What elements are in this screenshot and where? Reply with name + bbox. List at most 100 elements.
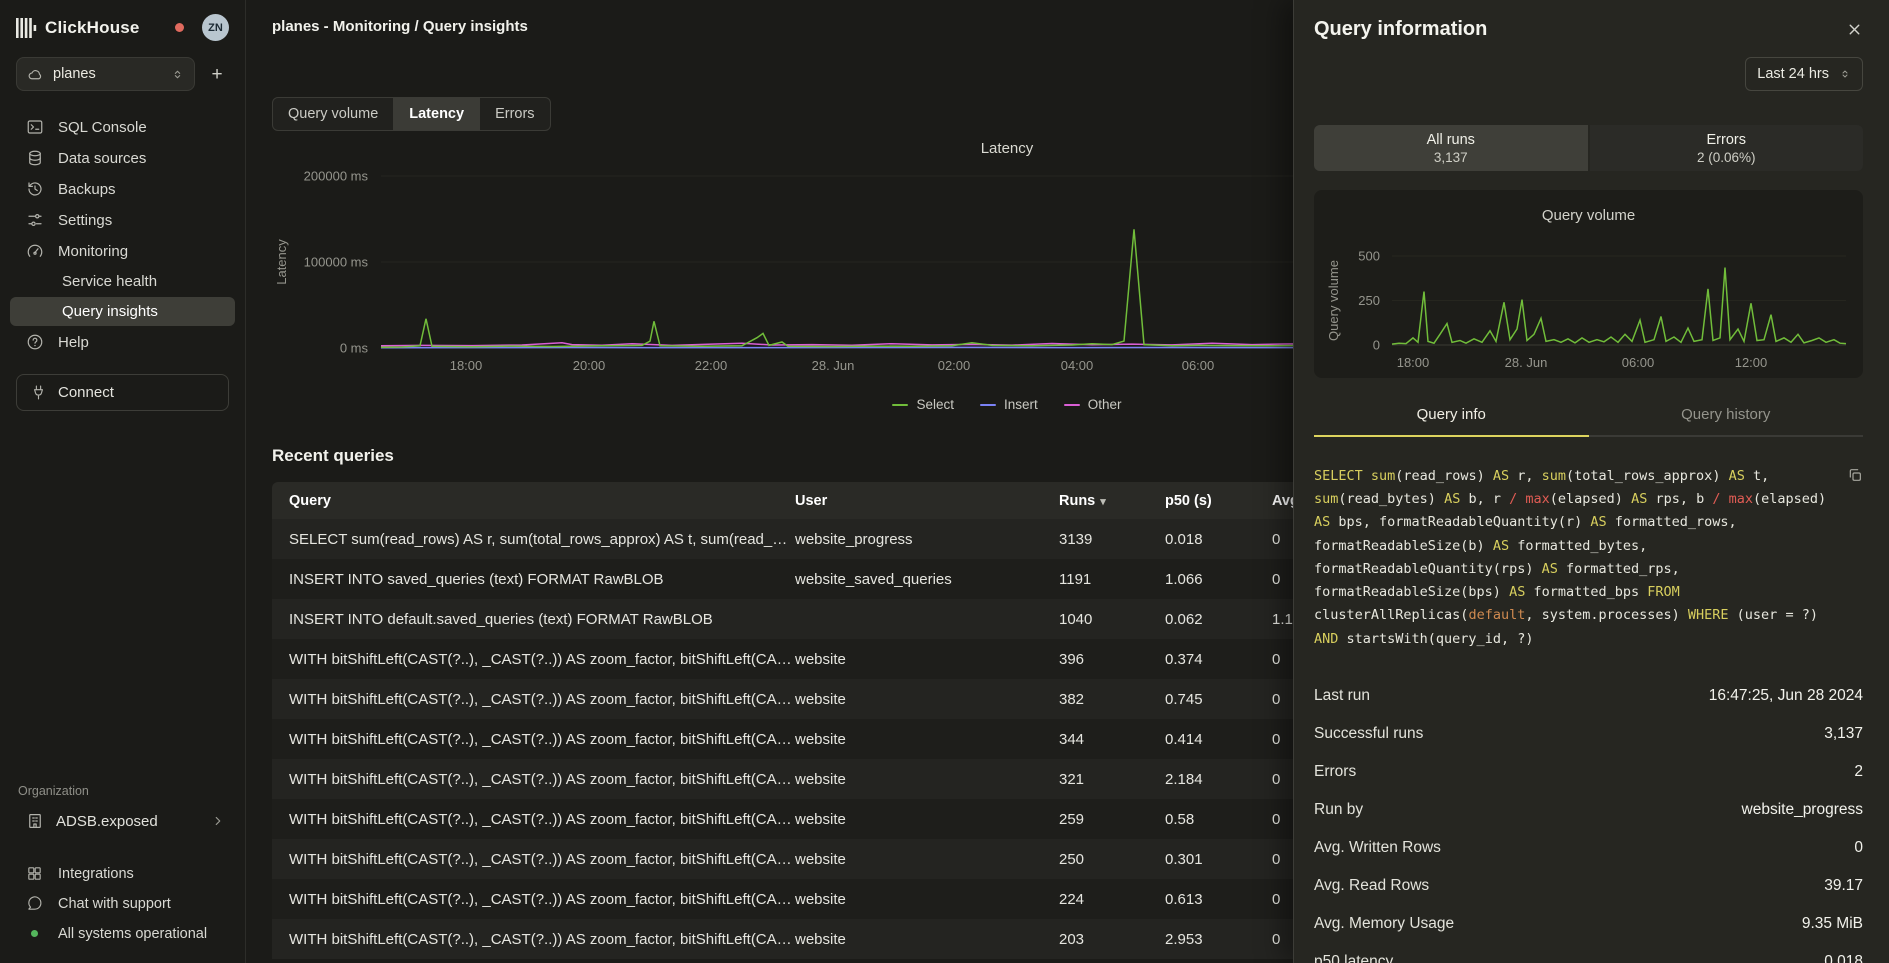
building-icon [26,812,44,830]
service-selector[interactable]: planes [16,57,195,91]
svg-text:28. Jun: 28. Jun [1505,355,1548,370]
table-cell: 203 [1059,919,1165,959]
tab-query-history[interactable]: Query history [1589,406,1864,437]
connect-button[interactable]: Connect [16,374,229,411]
clickhouse-logo[interactable] [16,16,37,40]
blocks-icon [26,865,44,882]
tab-errors[interactable]: Errors [480,98,549,130]
detail-value: 0.018 [1824,953,1863,963]
sidebar-item-integrations[interactable]: Integrations [10,859,235,888]
sidebar-item-sql-console[interactable]: SQL Console [10,112,235,142]
column-header-p50-s-[interactable]: p50 (s) [1165,482,1272,519]
copy-icon[interactable] [1847,467,1863,483]
table-cell: 259 [1059,799,1165,839]
table-cell: 0.58 [1165,799,1272,839]
table-cell: SELECT sum(read_rows) AS r, sum(total_ro… [272,519,795,559]
legend-label: Other [1088,397,1122,412]
svg-text:Query volume: Query volume [1326,260,1341,341]
sidebar-item-backups[interactable]: Backups [10,174,235,204]
sidebar-item-label: SQL Console [58,119,147,136]
column-header-runs[interactable]: Runs▾ [1059,482,1165,519]
query-volume-chart: 025050018:0028. Jun06:0012:00Query volum… [1314,232,1863,378]
table-cell: 1040 [1059,599,1165,639]
stat-tabs: All runs 3,137 Errors 2 (0.06%) [1314,125,1863,171]
svg-text:500: 500 [1358,249,1380,264]
add-service-button[interactable]: + [203,60,231,88]
detail-value: website_progress [1742,801,1863,819]
chevron-up-down-icon [1839,67,1851,81]
table-cell: website_progress [795,519,1059,559]
table-cell: 344 [1059,719,1165,759]
query-details-list: Last run16:47:25, Jun 28 2024Successful … [1314,677,1863,963]
stat-errors[interactable]: Errors 2 (0.06%) [1590,125,1864,171]
plug-icon [30,384,47,401]
table-cell: 0.374 [1165,639,1272,679]
tab-latency[interactable]: Latency [394,98,480,130]
sidebar-item-data-sources[interactable]: Data sources [10,143,235,173]
sidebar-item-service-health[interactable]: Service health [10,267,235,296]
organization-selector[interactable]: ADSB.exposed [10,806,235,836]
detail-row: Avg. Written Rows 0 [1314,829,1863,867]
detail-label: Avg. Read Rows [1314,877,1429,895]
sidebar-item-label: Settings [58,212,112,229]
detail-row: p50 latency0.018 [1314,943,1863,963]
table-cell: WITH bitShiftLeft(CAST(?..), _CAST(?..))… [272,879,795,919]
sidebar-item-system-status[interactable]: All systems operational [10,919,235,948]
detail-value: 0 [1854,839,1863,857]
service-name: planes [53,66,96,82]
detail-value: 16:47:25, Jun 28 2024 [1709,687,1863,705]
sidebar-nav: SQL Console Data sources Backups Setting… [0,111,245,358]
legend-label: Insert [1004,397,1038,412]
table-cell: website [795,639,1059,679]
column-header-query[interactable]: Query [272,482,795,519]
tab-query-volume[interactable]: Query volume [273,98,394,130]
tab-query-info[interactable]: Query info [1314,406,1589,437]
sidebar-item-label: Service health [62,273,157,290]
svg-text:06:00: 06:00 [1622,355,1655,370]
table-cell: 0.745 [1165,679,1272,719]
svg-text:0: 0 [1373,338,1380,353]
svg-text:100000 ms: 100000 ms [304,255,369,270]
svg-text:20:00: 20:00 [573,358,606,373]
detail-label: Run by [1314,801,1363,819]
sidebar-item-help[interactable]: Help [10,327,235,357]
svg-text:18:00: 18:00 [450,358,483,373]
legend-swatch [980,404,996,406]
table-cell: website [795,759,1059,799]
table-cell: website [795,879,1059,919]
organization-name: ADSB.exposed [56,813,158,830]
detail-label: Avg. Written Rows [1314,839,1441,857]
table-cell: WITH bitShiftLeft(CAST(?..), _CAST(?..))… [272,719,795,759]
sidebar-item-settings[interactable]: Settings [10,205,235,235]
legend-other[interactable]: Other [1064,397,1122,412]
sidebar-header: ClickHouse ZN [0,0,245,51]
detail-row: Successful runs3,137 [1314,715,1863,753]
stat-label: Errors [1707,132,1746,148]
sidebar-item-chat-support[interactable]: Chat with support [10,889,235,918]
table-cell: 0.613 [1165,879,1272,919]
legend-select[interactable]: Select [892,397,954,412]
sidebar-item-monitoring[interactable]: Monitoring [10,236,235,266]
column-header-user[interactable]: User [795,482,1059,519]
notification-dot[interactable] [175,23,184,32]
legend-insert[interactable]: Insert [980,397,1038,412]
sidebar-item-label: Query insights [62,303,158,320]
close-icon[interactable] [1846,21,1863,38]
panel-title: Query information [1314,18,1487,41]
svg-text:Latency: Latency [274,239,289,285]
legend-swatch [1064,404,1080,406]
help-icon [26,333,44,351]
panel-header: Query information [1314,18,1863,41]
table-cell: 0.301 [1165,839,1272,879]
svg-text:04:00: 04:00 [1061,358,1094,373]
stat-all-runs[interactable]: All runs 3,137 [1314,125,1588,171]
panel-tabs: Query info Query history [1314,406,1863,437]
detail-value: 3,137 [1824,725,1863,743]
table-cell: website_saved_queries [795,559,1059,599]
avatar[interactable]: ZN [202,14,229,41]
chat-bubble-icon [26,895,44,912]
time-range-select[interactable]: Last 24 hrs [1745,57,1863,91]
svg-text:28. Jun: 28. Jun [812,358,855,373]
sidebar-item-query-insights[interactable]: Query insights [10,297,235,326]
detail-row: Last run16:47:25, Jun 28 2024 [1314,677,1863,715]
